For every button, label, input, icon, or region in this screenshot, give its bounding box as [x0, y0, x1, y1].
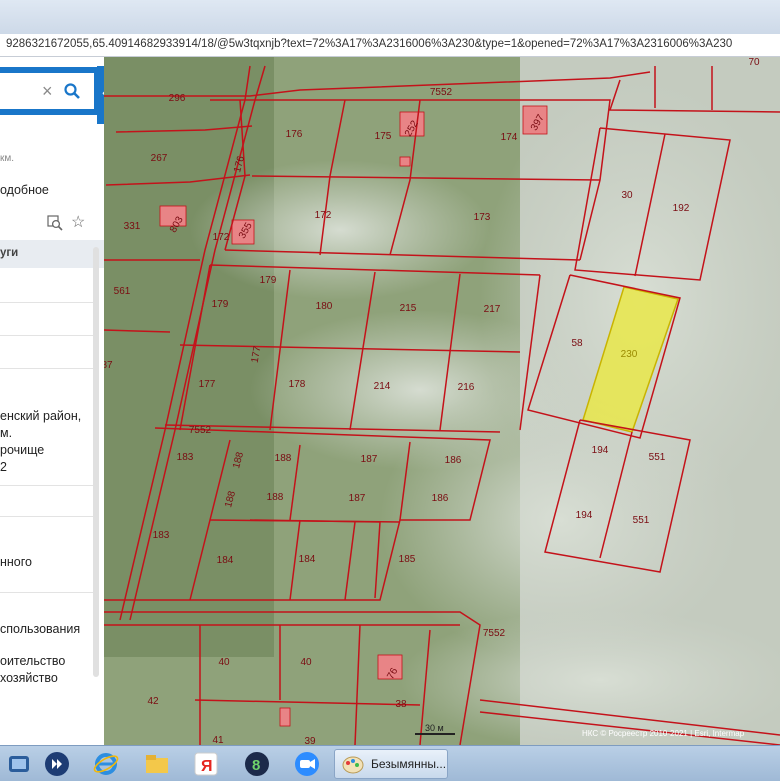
- address-line-4: 2: [0, 460, 7, 474]
- divider: [0, 485, 96, 486]
- parcel-label: 179: [260, 275, 277, 286]
- vegetation-area: [104, 57, 274, 657]
- parcel-label: 192: [673, 203, 690, 214]
- parcel-label: 184: [299, 554, 316, 565]
- parcel-label: 184: [217, 555, 234, 566]
- sidebar-scrollbar[interactable]: [93, 247, 99, 677]
- search-box: ×: [0, 67, 104, 115]
- parcel-label: 58: [571, 338, 583, 349]
- paint-icon: [342, 756, 364, 774]
- parcel-label: 87: [104, 360, 113, 371]
- start-button-icon[interactable]: [5, 750, 33, 778]
- parcel-label: 183: [153, 530, 170, 541]
- url-text: 9286321672055,65.40914682933914/18/@5w3t…: [6, 38, 733, 50]
- result-text: одобное: [0, 183, 49, 197]
- taskbar: Я 8 Безымянны...: [0, 745, 780, 781]
- usage-value-2: хозяйство: [0, 671, 58, 685]
- parcel-label: 215: [400, 303, 417, 314]
- parcel-label: 174: [501, 132, 518, 143]
- address-bar[interactable]: 9286321672055,65.40914682933914/18/@5w3t…: [0, 34, 780, 57]
- parcel-label: 185: [399, 554, 416, 565]
- parcel-label: 267: [151, 153, 168, 164]
- internet-explorer-icon[interactable]: [92, 750, 120, 778]
- parcel-label: 296: [169, 93, 186, 104]
- parcel-label: 176: [286, 129, 303, 140]
- parcel-label: 183: [177, 452, 194, 463]
- zoom-to-icon[interactable]: [47, 215, 63, 231]
- parcel-label: 70: [748, 57, 760, 68]
- usage-label: спользования: [0, 622, 81, 636]
- parcel-label: 194: [576, 510, 593, 521]
- parcel-label: 173: [474, 212, 491, 223]
- address-line-2: м.: [0, 426, 13, 440]
- parcel-label: 194: [592, 445, 609, 456]
- file-explorer-icon[interactable]: [143, 750, 171, 778]
- parcel-label: 551: [649, 452, 666, 463]
- divider: [0, 592, 96, 593]
- zoom-video-icon[interactable]: [293, 750, 321, 778]
- favorite-star-icon[interactable]: ☆: [71, 212, 85, 232]
- parcel-label: 40: [218, 657, 230, 668]
- parcel-label: 551: [633, 515, 650, 526]
- parcel-label: 186: [432, 493, 449, 504]
- media-player-icon[interactable]: [43, 750, 71, 778]
- section-header: уги: [0, 240, 104, 268]
- parcel-label: 186: [445, 455, 462, 466]
- divider: [0, 335, 96, 336]
- distance-label: км.: [0, 153, 15, 164]
- section-header-label: уги: [0, 247, 19, 259]
- sidebar-panel: × км. одобное ☆ уги енский район, м. роч…: [0, 57, 105, 745]
- parcel-label: 216: [458, 382, 475, 393]
- parcel-label: 188: [275, 453, 292, 464]
- map-canvas[interactable]: 2967552176 252175397174267 176172 173301928…: [104, 57, 780, 745]
- yandex-browser-icon[interactable]: Я: [192, 750, 220, 778]
- window-title-strip: [0, 0, 780, 34]
- divider: [0, 516, 96, 517]
- parcel-label: 40: [300, 657, 312, 668]
- usage-value-1: оительство: [0, 654, 66, 668]
- search-icon[interactable]: [64, 83, 80, 99]
- parcel-label: 179: [212, 299, 229, 310]
- divider: [0, 368, 96, 369]
- parcel-label: 30: [621, 190, 633, 201]
- parcel-label: 39: [304, 736, 316, 745]
- building: [399, 156, 411, 167]
- taskbar-app-label: Безымянны...: [371, 757, 447, 771]
- parcel-label: 187: [361, 454, 378, 465]
- address-line-3: рочище: [0, 443, 45, 457]
- search-input[interactable]: ×: [0, 73, 94, 109]
- parcel-label: 331: [124, 221, 141, 232]
- parcel-label: 214: [374, 381, 391, 392]
- parcel-label: 217: [484, 304, 501, 315]
- parcel-label: 180: [316, 301, 333, 312]
- parcel-label: 7552: [189, 425, 212, 436]
- parcel-label: 561: [114, 286, 131, 297]
- building: [279, 707, 291, 727]
- address-line-1: енский район,: [0, 409, 82, 423]
- parcel-label: 42: [147, 696, 159, 707]
- parcel-label: 38: [395, 699, 407, 710]
- cadastral-map[interactable]: 296 7552 176 252 175 397 174 267 176 172 173 30 192 8…: [104, 57, 780, 745]
- svg-text:8: 8: [252, 757, 260, 774]
- app-8-icon[interactable]: 8: [243, 750, 271, 778]
- property-value: нного: [0, 555, 32, 569]
- parcel-label: 7552: [483, 628, 506, 639]
- parcel-label: 172: [315, 210, 332, 221]
- map-attribution: НКС © Росреестр 2010-2021 | Esri, Interm…: [582, 729, 745, 738]
- parcel-label: 188: [267, 492, 284, 503]
- parcel-label: 7552: [430, 87, 453, 98]
- parcel-label: 175: [375, 131, 392, 142]
- parcel-label: 187: [349, 493, 366, 504]
- clear-icon[interactable]: ×: [42, 81, 53, 102]
- parcel-label: 178: [289, 379, 306, 390]
- parcel-label: 177: [199, 379, 216, 390]
- taskbar-paint-app[interactable]: Безымянны...: [334, 749, 448, 779]
- scale-label: 30 м: [425, 723, 444, 733]
- selected-parcel-label: 230: [621, 349, 638, 360]
- divider: [0, 302, 96, 303]
- parcel-label: 172: [213, 232, 230, 243]
- svg-text:Я: Я: [201, 758, 213, 775]
- parcel-label: 41: [212, 735, 224, 745]
